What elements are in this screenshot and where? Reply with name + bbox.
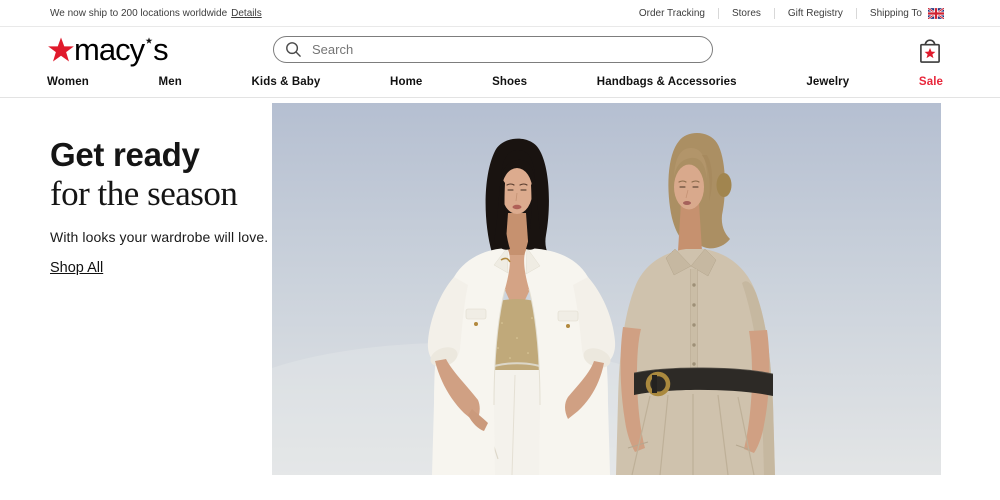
nav-item-men[interactable]: Men: [159, 76, 182, 97]
category-nav: Women Men Kids & Baby Home Shoes Handbag…: [0, 72, 1000, 98]
shipping-message: We now ship to 200 locations worldwide D…: [50, 8, 262, 19]
logo-word: macy: [74, 33, 144, 67]
utility-links: Order Tracking Stores Gift Registry Ship…: [626, 8, 944, 19]
nav-item-sale[interactable]: Sale: [919, 76, 943, 97]
shopping-bag-icon[interactable]: [917, 35, 943, 65]
search-input[interactable]: [310, 41, 702, 58]
gift-registry-link[interactable]: Gift Registry: [775, 8, 857, 19]
macys-homepage: We now ship to 200 locations worldwide D…: [0, 0, 1000, 500]
nav-item-home[interactable]: Home: [390, 76, 422, 97]
logo-wordmark: macy s: [74, 33, 168, 67]
logo-s: s: [153, 33, 168, 67]
utility-bar: We now ship to 200 locations worldwide D…: [0, 0, 1000, 27]
nav-item-shoes[interactable]: Shoes: [492, 76, 527, 97]
shop-all-link[interactable]: Shop All: [50, 260, 103, 276]
details-link[interactable]: Details: [231, 8, 262, 19]
hero-copy: Get ready for the season With looks your…: [50, 138, 285, 277]
nav-item-women[interactable]: Women: [47, 76, 89, 97]
search-icon: [285, 41, 302, 58]
hero-heading-line2: for the season: [50, 176, 285, 212]
search-bar[interactable]: [273, 36, 713, 63]
uk-flag-icon: [928, 8, 944, 19]
shipping-to-label: Shipping To: [870, 8, 922, 19]
hero-section: Get ready for the season With looks your…: [0, 98, 1000, 500]
main-header: macy s: [0, 28, 1000, 72]
stores-link[interactable]: Stores: [719, 8, 775, 19]
nav-item-jewelry[interactable]: Jewelry: [806, 76, 849, 97]
hero-image: [272, 103, 941, 475]
logo-star-icon: [46, 36, 76, 66]
nav-item-handbags-accessories[interactable]: Handbags & Accessories: [597, 76, 737, 97]
hero-subheading: With looks your wardrobe will love.: [50, 229, 285, 245]
hero-heading-line1: Get ready: [50, 138, 285, 171]
macys-logo[interactable]: macy s: [46, 33, 168, 67]
shipping-message-text: We now ship to 200 locations worldwide: [50, 8, 227, 19]
logo-apostrophe-star-icon: [145, 37, 153, 45]
nav-item-kids-baby[interactable]: Kids & Baby: [252, 76, 321, 97]
shipping-to-link[interactable]: Shipping To: [857, 8, 944, 19]
order-tracking-link[interactable]: Order Tracking: [626, 8, 719, 19]
